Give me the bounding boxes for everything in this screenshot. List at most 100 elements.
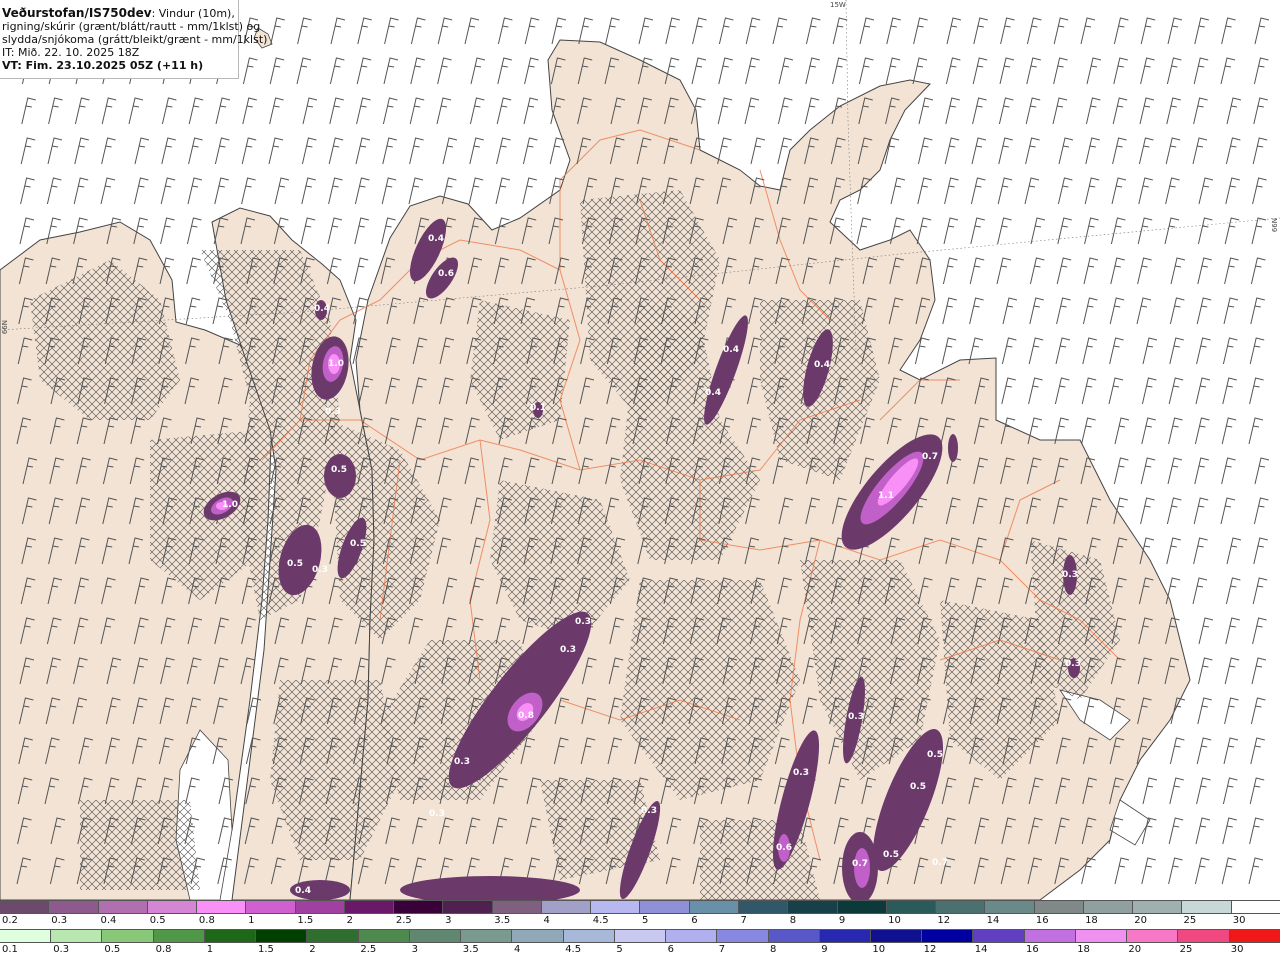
precip-value-label: 0.8 [518,711,534,721]
wind-barb [1250,297,1265,325]
wind-barb [1251,657,1267,685]
wind-barb [691,57,707,85]
snow-tick-label: 0.5 [149,915,166,926]
rain-swatch [512,930,564,942]
wind-barb [101,137,116,165]
wind-barb [356,97,371,125]
rain-tick-label: 14 [974,944,988,955]
wind-barb [1225,577,1241,605]
snow-swatch [788,901,838,913]
snow-tick-label: 0.2 [2,915,18,926]
rain-tick-label: 4 [514,944,521,955]
wind-barb [832,17,848,45]
wind-barb [942,297,957,325]
wind-barb [1221,17,1236,45]
precip-value-label: 0.4 [428,234,444,244]
wind-barb [1168,377,1184,405]
wind-barb [972,57,988,85]
wind-barb [778,57,794,85]
rain-tick-label: 0.8 [155,944,172,955]
rain-swatch [1127,930,1179,942]
snow-swatch [1133,901,1183,913]
wind-barb [410,17,426,45]
wind-barb [327,217,343,245]
wind-barb [524,17,540,45]
wind-barb [1222,377,1237,405]
precip-value-label: 0.5 [287,559,303,569]
precip-value-label: 0.3 [560,645,576,655]
snow-swatch [344,901,395,913]
wind-barb [1081,377,1097,405]
wind-barb [1197,257,1212,285]
wind-barb [997,177,1013,205]
snow-swatch [246,901,296,913]
wind-barb [890,177,906,205]
wind-barb [1192,577,1208,605]
snow-swatch [837,901,887,913]
wind-barb [1167,457,1183,485]
description-line-2: rigning/skúrir (grænt/blátt/rautt - mm/1… [2,20,261,33]
wind-barb [357,17,372,45]
wind-barb [1141,857,1156,885]
wind-barb [188,97,204,125]
snow-swatch [936,901,986,913]
precip-value-label: 0.4 [814,360,830,370]
wind-barb [1085,137,1100,165]
wind-barb [1224,697,1239,725]
rain-swatch [461,930,513,942]
wind-barb [74,97,90,125]
precip-value-label: 0.4 [295,886,311,896]
wind-barb [382,137,397,165]
wind-barb [1195,817,1211,845]
lat-label-right: 66N [1271,218,1279,233]
snow-tick-label: 1.5 [297,915,314,926]
wind-barb [186,257,201,285]
wind-barb [944,137,960,165]
wind-barb [1025,97,1041,125]
wind-barb [1196,297,1212,325]
snow-swatch [98,901,148,913]
valid-time: VT: Fim. 23.10.2025 05Z (+11 h) [2,59,204,72]
wind-barb [74,137,89,165]
wind-barb [48,97,63,125]
wind-barb [1001,337,1017,365]
description-line-1: : Vindur (10m), [151,7,235,20]
wind-barb [1084,217,1099,245]
precip-value-label: 0.3 [1062,570,1078,580]
rain-swatch [256,930,308,942]
rain-swatch [153,930,205,942]
wind-barb [296,57,312,85]
rain-swatch [870,930,923,942]
wind-barb [354,217,369,245]
wind-barb [1168,817,1184,845]
wind-barb [214,137,230,165]
wind-barb [1197,217,1213,245]
snow-tick-label: 5 [642,915,649,926]
rain-tick-label: 0.1 [2,944,18,955]
wind-barb [972,97,987,125]
wind-barb [523,97,539,125]
precip-value-label: 0.3 [454,757,470,767]
wind-barb [381,177,397,205]
precip-value-label: 0.3 [312,565,328,575]
wind-barb [409,97,425,125]
wind-barb [549,137,565,165]
wind-barb [1054,377,1070,405]
snow-tick-label: 14 [986,915,1000,926]
wind-barb [464,17,480,45]
wind-barb [73,177,89,205]
wind-barb [1252,577,1268,605]
wind-barb [1057,177,1073,205]
wind-barb [1225,177,1240,205]
wind-barb [1001,377,1016,405]
wind-barb [913,17,928,45]
wind-barb [1252,137,1268,165]
map-canvas: 0.4 0.6 0.4 1.0 0.3 0.5 1.0 0.5 0.5 0.3 0.4 0.4 0.4 0… [0,0,1280,900]
wind-barb [1024,177,1040,205]
wind-barb [409,137,424,165]
wind-barb [1253,537,1268,565]
wind-barb [1086,57,1102,85]
rain-swatch [1178,930,1230,942]
wind-barb [442,137,458,165]
wind-barb [522,177,537,205]
